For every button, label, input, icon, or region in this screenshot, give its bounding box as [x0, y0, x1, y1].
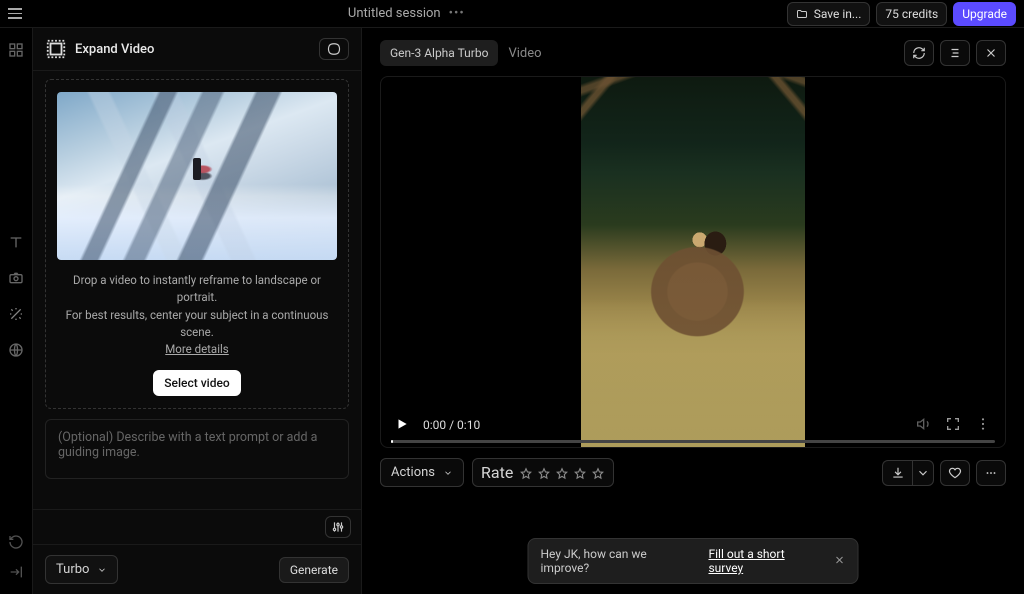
dashboard-icon[interactable] [8, 42, 24, 58]
export-icon[interactable] [8, 564, 24, 580]
upgrade-button[interactable]: Upgrade [953, 2, 1016, 26]
video-frame [581, 77, 805, 447]
close-button[interactable] [976, 40, 1006, 66]
panel-settings-button[interactable] [319, 38, 349, 60]
type-tag: Video [508, 46, 541, 61]
download-button[interactable] [882, 460, 912, 486]
dropzone-desc: Drop a video to instantly reframe to lan… [58, 272, 336, 358]
dropzone-preview [57, 92, 337, 260]
history-icon[interactable] [8, 534, 24, 550]
session-menu-icon[interactable]: ••• [449, 6, 465, 21]
fullscreen-icon[interactable] [945, 416, 961, 435]
more-details-link[interactable]: More details [165, 342, 228, 356]
video-progress[interactable] [391, 440, 995, 443]
video-time: 0:00 / 0:10 [423, 418, 480, 432]
panel-title: Expand Video [75, 42, 154, 57]
rate-star-1[interactable] [519, 466, 533, 480]
more-button[interactable] [976, 460, 1006, 486]
rate-star-3[interactable] [555, 466, 569, 480]
list-button[interactable] [940, 40, 970, 66]
play-button[interactable] [395, 417, 409, 434]
favorite-button[interactable] [940, 460, 970, 486]
menu-button[interactable] [8, 5, 26, 23]
survey-toast: Hey JK, how can we improve? Fill out a s… [528, 538, 859, 584]
text-tool-icon[interactable] [8, 234, 24, 250]
refresh-button[interactable] [904, 40, 934, 66]
rate-star-5[interactable] [591, 466, 605, 480]
toast-link[interactable]: Fill out a short survey [708, 547, 819, 575]
session-title[interactable]: Untitled session [348, 6, 441, 21]
prompt-input[interactable]: (Optional) Describe with a text prompt o… [45, 419, 349, 479]
magic-tool-icon[interactable] [8, 306, 24, 322]
chevron-down-icon [97, 565, 107, 575]
camera-tool-icon[interactable] [8, 270, 24, 286]
model-tag[interactable]: Gen-3 Alpha Turbo [380, 40, 498, 66]
rate-control: Rate [472, 458, 614, 487]
volume-icon[interactable] [915, 416, 931, 435]
actions-menu[interactable]: Actions [380, 458, 464, 487]
globe-tool-icon[interactable] [8, 342, 24, 358]
select-video-button[interactable]: Select video [153, 370, 240, 396]
advanced-settings-button[interactable] [325, 516, 351, 538]
chevron-down-icon [443, 468, 453, 478]
expand-video-icon [45, 38, 67, 60]
generate-button[interactable]: Generate [279, 557, 349, 583]
rate-star-4[interactable] [573, 466, 587, 480]
toast-message: Hey JK, how can we improve? [541, 547, 695, 575]
download-menu-button[interactable] [912, 460, 934, 486]
save-in-button[interactable]: Save in... [787, 2, 871, 26]
model-select[interactable]: Turbo [45, 555, 118, 584]
rate-star-2[interactable] [537, 466, 551, 480]
video-menu-icon[interactable] [975, 416, 991, 435]
rate-label: Rate [481, 463, 513, 482]
video-dropzone[interactable]: Drop a video to instantly reframe to lan… [45, 79, 349, 409]
credits-button[interactable]: 75 credits [876, 2, 947, 26]
video-player[interactable]: 0:00 / 0:10 [380, 76, 1006, 448]
toast-close-icon[interactable] [834, 554, 846, 569]
